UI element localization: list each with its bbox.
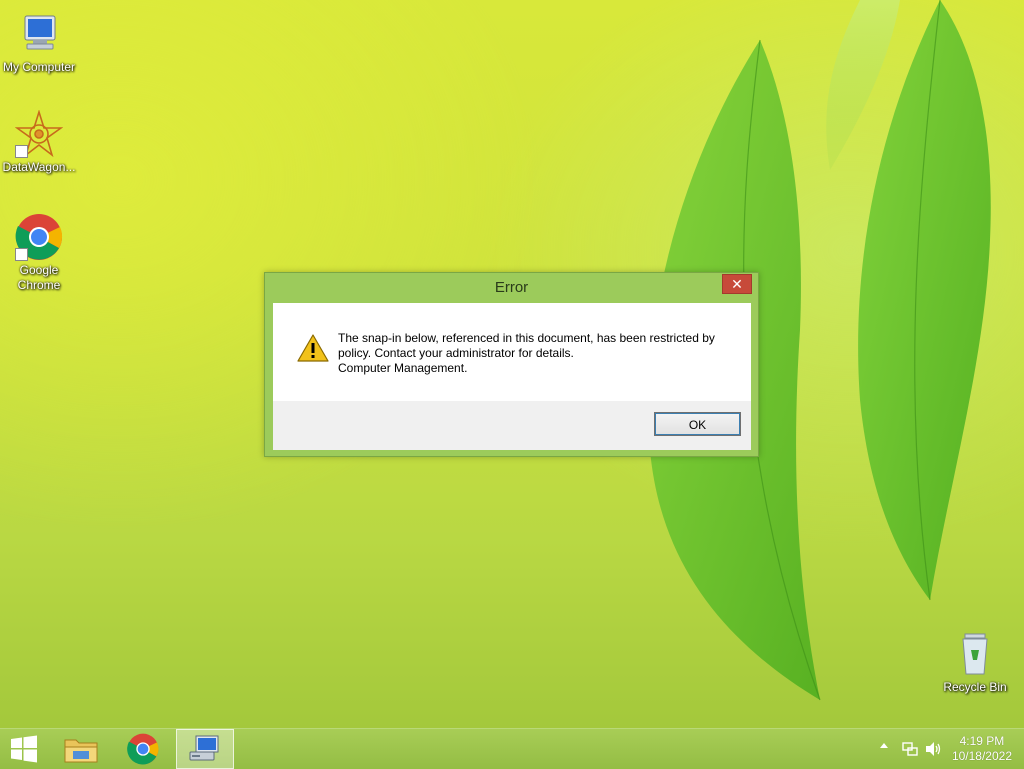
taskbar-google-chrome[interactable] bbox=[114, 729, 172, 769]
system-tray: 4:19 PM 10/18/2022 bbox=[864, 729, 1024, 769]
dialog-body: The snap-in below, referenced in this do… bbox=[273, 303, 751, 450]
recycle-bin-icon bbox=[951, 630, 999, 678]
desktop-icon-label-line1: Google bbox=[19, 263, 59, 277]
taskbar: 4:19 PM 10/18/2022 bbox=[0, 728, 1024, 769]
desktop-icon-label: Recycle Bin bbox=[943, 680, 1007, 694]
taskbar-computer-management[interactable] bbox=[176, 729, 234, 769]
desktop-icon-recycle-bin[interactable]: Recycle Bin bbox=[936, 630, 1014, 695]
dialog-message-area: The snap-in below, referenced in this do… bbox=[273, 303, 751, 401]
taskbar-file-explorer[interactable] bbox=[52, 729, 110, 769]
chrome-icon bbox=[15, 213, 63, 261]
computer-management-icon bbox=[189, 735, 219, 761]
clock-time: 4:19 PM bbox=[959, 734, 1005, 748]
desktop-icon-label: My Computer bbox=[2, 60, 76, 74]
shortcut-arrow-icon bbox=[15, 145, 28, 158]
network-icon[interactable] bbox=[902, 741, 918, 757]
clock[interactable]: 4:19 PM 10/18/2022 bbox=[952, 734, 1012, 764]
chrome-icon bbox=[127, 733, 159, 765]
clock-date: 10/18/2022 bbox=[951, 749, 1012, 763]
shortcut-arrow-icon bbox=[15, 248, 28, 261]
desktop-icon-my-computer[interactable]: My Computer bbox=[0, 10, 78, 75]
close-button[interactable]: ✕ bbox=[722, 274, 752, 294]
message-line: Computer Management. bbox=[338, 361, 468, 375]
desktop-icon-datawagon[interactable]: DataWagon... bbox=[0, 109, 78, 175]
datawagon-star-icon bbox=[14, 109, 64, 158]
start-button[interactable] bbox=[0, 729, 48, 769]
desktop-icon-label-line2: Chrome bbox=[17, 278, 61, 292]
dialog-message: The snap-in below, referenced in this do… bbox=[338, 331, 738, 376]
message-line: The snap-in below, referenced in this do… bbox=[338, 331, 715, 345]
warning-icon bbox=[297, 334, 329, 362]
folder-icon bbox=[64, 739, 98, 763]
volume-icon[interactable] bbox=[924, 741, 942, 757]
ok-button[interactable]: OK bbox=[654, 412, 741, 436]
computer-icon bbox=[15, 10, 63, 58]
desktop-icon-google-chrome[interactable]: Google Chrome bbox=[0, 213, 78, 293]
windows-logo-icon bbox=[11, 735, 37, 763]
show-hidden-icons-arrow-icon[interactable] bbox=[880, 743, 888, 748]
desktop-icon-label: DataWagon... bbox=[2, 160, 76, 174]
message-line: policy. Contact your administrator for d… bbox=[338, 346, 574, 360]
desktop-icon-label: Google Chrome bbox=[0, 263, 78, 293]
dialog-title: Error bbox=[494, 279, 529, 296]
dialog-footer: OK bbox=[273, 401, 751, 450]
error-dialog: Error ✕ The snap-in below, referenced in… bbox=[264, 272, 759, 457]
